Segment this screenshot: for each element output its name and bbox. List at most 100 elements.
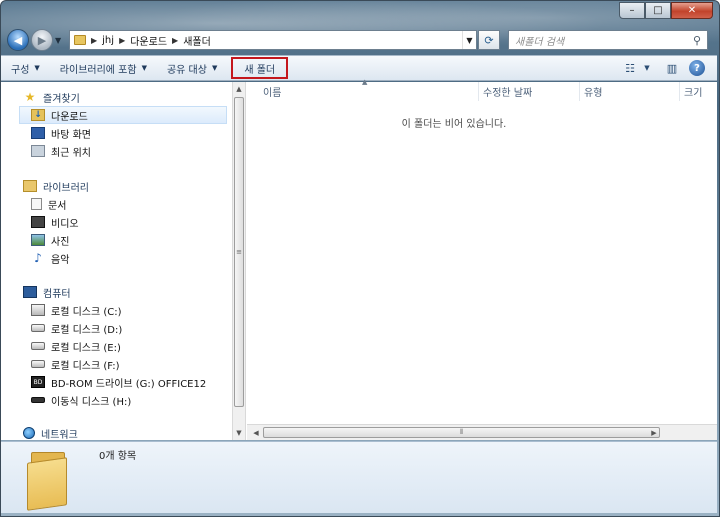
file-list-pane: ▲ 이름 수정한 날짜 유형 크기 이 폴더는 비어 있습니다. ◀ ⦀ ▶ — [247, 78, 717, 440]
explorer-content: ★ 즐겨찾기 ↓ 다운로드 바탕 화면 최근 위치 라이브러리 문서 비디오 사… — [1, 78, 717, 440]
command-bar: 구성 ▼ 라이브러리에 포함 ▼ 공유 대상 ▼ 새 폴더 ☷ ▼ ▥ ? — [1, 55, 717, 81]
chevron-right-icon[interactable]: ▶ — [119, 36, 125, 45]
details-pane: 0개 항목 — [1, 441, 717, 513]
hard-drive-icon — [31, 360, 45, 368]
sidebar-item-drive-c[interactable]: 로컬 디스크 (C:) — [1, 301, 232, 319]
navigation-pane-scrollbar[interactable]: ▲ ≡ ▼ — [232, 82, 246, 440]
navigation-pane: ★ 즐겨찾기 ↓ 다운로드 바탕 화면 최근 위치 라이브러리 문서 비디오 사… — [1, 82, 232, 440]
address-history-dropdown[interactable]: ▼ — [462, 31, 476, 49]
column-header-name[interactable]: ▲ 이름 — [247, 78, 479, 101]
sidebar-item-drive-d[interactable]: 로컬 디스크 (D:) — [1, 319, 232, 337]
navigation-bar: ◀ ▶ ▼ ▶ jhj ▶ 다운로드 ▶ 새폴더 ▼ ⟳ 새폴더 검색 ⚲ — [7, 27, 715, 53]
sidebar-item-music[interactable]: ♪ 음악 — [1, 249, 232, 267]
sidebar-item-drive-f[interactable]: 로컬 디스크 (F:) — [1, 355, 232, 373]
maximize-button[interactable]: □ — [645, 2, 671, 19]
view-options-dropdown-icon[interactable]: ▼ — [641, 58, 653, 78]
column-headers: ▲ 이름 수정한 날짜 유형 크기 — [247, 78, 717, 101]
sidebar-item-favorites[interactable]: ★ 즐겨찾기 — [1, 88, 232, 106]
sidebar-item-label: 사진 — [51, 236, 70, 248]
sidebar-item-label: BD-ROM 드라이브 (G:) OFFICE12 — [51, 378, 207, 390]
scroll-right-icon[interactable]: ▶ — [647, 426, 661, 440]
sidebar-item-drive-h[interactable]: 이동식 디스크 (H:) — [1, 391, 232, 409]
search-input[interactable]: 새폴더 검색 — [515, 33, 687, 48]
new-folder-button[interactable]: 새 폴더 — [231, 57, 289, 79]
view-controls: ☷ ▼ ▥ ? — [619, 58, 717, 78]
help-icon[interactable]: ? — [689, 60, 705, 76]
sidebar-item-pictures[interactable]: 사진 — [1, 231, 232, 249]
column-header-type[interactable]: 유형 — [580, 82, 680, 101]
star-icon: ★ — [24, 90, 36, 104]
scroll-up-icon[interactable]: ▲ — [233, 82, 245, 96]
recent-pages-dropdown[interactable]: ▼ — [55, 36, 65, 45]
chevron-right-icon[interactable]: ▶ — [172, 36, 178, 45]
sidebar-item-label: 로컬 디스크 (C:) — [51, 306, 122, 318]
column-header-label: 이름 — [263, 88, 282, 99]
change-view-icon[interactable]: ☷ — [619, 58, 641, 78]
sidebar-item-label: 최근 위치 — [51, 147, 91, 159]
hard-drive-icon — [31, 324, 45, 332]
sidebar-item-videos[interactable]: 비디오 — [1, 213, 232, 231]
breadcrumb-jhj[interactable]: jhj — [102, 35, 114, 46]
recent-places-icon — [31, 145, 45, 157]
breadcrumb-new-folder[interactable]: 새폴더 — [183, 33, 211, 48]
sidebar-item-desktop[interactable]: 바탕 화면 — [1, 124, 232, 142]
empty-folder-message: 이 폴더는 비어 있습니다. — [401, 119, 507, 130]
search-icon[interactable]: ⚲ — [687, 34, 707, 47]
sidebar-item-downloads[interactable]: ↓ 다운로드 — [19, 106, 227, 124]
desktop-icon — [31, 127, 45, 139]
back-arrow-icon: ◀ — [13, 33, 23, 47]
libraries-icon — [23, 180, 37, 192]
breadcrumb-downloads[interactable]: 다운로드 — [130, 33, 167, 48]
sidebar-item-label: 네트워크 — [41, 429, 78, 441]
music-icon: ♪ — [34, 251, 42, 265]
scrollbar-thumb[interactable]: ⦀ — [263, 427, 660, 438]
sidebar-item-label: 즐겨찾기 — [43, 93, 80, 105]
minimize-button[interactable]: – — [619, 2, 645, 19]
scroll-down-icon[interactable]: ▼ — [233, 426, 245, 440]
sidebar-item-drive-g[interactable]: BD BD-ROM 드라이브 (G:) OFFICE12 — [1, 373, 232, 391]
sidebar-item-drive-e[interactable]: 로컬 디스크 (E:) — [1, 337, 232, 355]
preview-pane-icon[interactable]: ▥ — [661, 58, 683, 78]
column-header-size[interactable]: 크기 — [680, 82, 717, 101]
downloads-folder-icon: ↓ — [31, 109, 45, 121]
sort-ascending-icon: ▲ — [362, 78, 368, 86]
dropdown-arrow-icon: ▼ — [211, 64, 218, 72]
sidebar-item-recent-places[interactable]: 최근 위치 — [1, 142, 232, 160]
address-bar[interactable]: ▶ jhj ▶ 다운로드 ▶ 새폴더 ▼ — [69, 30, 477, 50]
horizontal-scrollbar[interactable]: ◀ ⦀ ▶ — [247, 424, 717, 440]
sidebar-item-documents[interactable]: 문서 — [1, 195, 232, 213]
close-button[interactable]: ✕ — [671, 2, 713, 19]
chevron-right-icon[interactable]: ▶ — [91, 36, 97, 45]
forward-button[interactable]: ▶ — [31, 29, 53, 51]
favorites-group: ★ 즐겨찾기 ↓ 다운로드 바탕 화면 최근 위치 — [1, 88, 232, 160]
sidebar-item-label: 라이브러리 — [43, 182, 89, 194]
sidebar-item-computer[interactable]: 컴퓨터 — [1, 283, 232, 301]
share-with-label: 공유 대상 — [166, 64, 207, 76]
share-with-menu[interactable]: 공유 대상 ▼ — [157, 57, 227, 79]
computer-icon — [23, 286, 37, 298]
sidebar-item-libraries[interactable]: 라이브러리 — [1, 177, 232, 195]
sidebar-item-label: 컴퓨터 — [43, 288, 71, 300]
column-header-label: 크기 — [684, 88, 703, 99]
computer-group: 컴퓨터 로컬 디스크 (C:) 로컬 디스크 (D:) 로컬 디스크 (E:) … — [1, 283, 232, 409]
refresh-button[interactable]: ⟳ — [478, 30, 500, 50]
folder-icon — [74, 35, 86, 45]
sidebar-item-label: 이동식 디스크 (H:) — [51, 396, 132, 408]
new-folder-label: 새 폴더 — [244, 64, 276, 76]
sidebar-item-network[interactable]: 네트워크 — [1, 424, 232, 440]
column-header-date-modified[interactable]: 수정한 날짜 — [479, 82, 580, 101]
bd-rom-drive-icon: BD — [31, 376, 45, 388]
sidebar-item-label: 문서 — [48, 200, 67, 212]
include-in-library-menu[interactable]: 라이브러리에 포함 ▼ — [50, 57, 157, 79]
back-button[interactable]: ◀ — [7, 29, 29, 51]
organize-menu[interactable]: 구성 ▼ — [1, 57, 50, 79]
removable-disk-icon — [31, 397, 45, 403]
sidebar-item-label: 음악 — [51, 254, 70, 266]
scrollbar-thumb[interactable]: ≡ — [234, 97, 244, 407]
dropdown-arrow-icon: ▼ — [141, 64, 147, 72]
item-count: 0개 항목 — [99, 451, 137, 462]
scroll-left-icon[interactable]: ◀ — [249, 426, 263, 440]
search-box[interactable]: 새폴더 검색 ⚲ — [508, 30, 708, 50]
forward-arrow-icon: ▶ — [37, 33, 47, 47]
caption-buttons: – □ ✕ — [619, 2, 713, 19]
